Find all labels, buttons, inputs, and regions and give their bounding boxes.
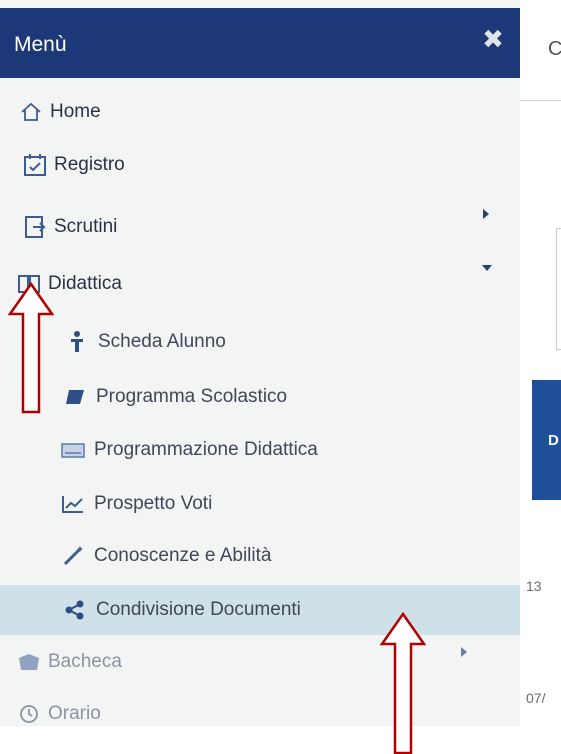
submenu-item-prospetto-voti[interactable]: Prospetto Voti [60, 484, 212, 524]
menu-header: Menù ✖ [0, 8, 520, 78]
menu-item-bacheca[interactable]: Bacheca [16, 642, 122, 682]
submenu-item-label: Programmazione Didattica [94, 439, 318, 460]
content-blue-card-label: D [548, 432, 559, 449]
submenu-item-label: Programma Scolastico [96, 386, 288, 407]
main-content-edge: C D 13 07/ [520, 0, 561, 726]
chevron-right-icon[interactable] [458, 646, 470, 658]
content-date-text: 13 [526, 578, 542, 594]
menu-item-label: Orario [48, 703, 101, 724]
magic-wand-icon [60, 543, 86, 569]
bulletin-board-icon [16, 649, 42, 675]
submenu-item-conoscenze-abilita[interactable]: Conoscenze e Abilità [60, 536, 271, 576]
menu-item-label: Bacheca [48, 651, 122, 672]
line-chart-icon [60, 491, 86, 517]
document-export-icon [22, 214, 48, 240]
content-card [556, 228, 561, 350]
submenu-item-label: Prospetto Voti [94, 493, 213, 514]
chevron-down-icon[interactable] [481, 262, 493, 274]
menu-item-label: Didattica [48, 273, 122, 294]
person-icon [64, 329, 90, 355]
content-date-text: 07/ [526, 690, 546, 706]
annotation-arrow-up-icon [380, 612, 426, 754]
menu-item-label: Scrutini [54, 216, 118, 237]
share-icon [62, 597, 88, 623]
submenu-item-label: Conoscenze e Abilità [94, 545, 272, 566]
keyboard-icon [60, 437, 86, 463]
menu-title: Menù [14, 33, 67, 56]
submenu-item-condivisione-documenti[interactable]: Condivisione Documenti [62, 590, 301, 630]
screen-photo: Menù ✖ Home Registro Scrutini Didattica … [0, 0, 561, 726]
sidebar-menu: Menù ✖ Home Registro Scrutini Didattica … [0, 0, 520, 726]
menu-item-label: Home [50, 101, 101, 122]
submenu-item-programmazione-didattica[interactable]: Programmazione Didattica [60, 430, 318, 470]
submenu-item-scheda-alunno[interactable]: Scheda Alunno [64, 322, 226, 362]
calendar-check-icon [22, 152, 48, 178]
home-icon [18, 99, 44, 125]
menu-item-home[interactable]: Home [18, 92, 101, 132]
menu-item-registro[interactable]: Registro [22, 145, 125, 185]
submenu-item-label: Condivisione Documenti [96, 599, 301, 620]
book-filled-icon [62, 384, 88, 410]
chevron-right-icon[interactable] [480, 208, 492, 220]
submenu-item-programma-scolastico[interactable]: Programma Scolastico [62, 377, 287, 417]
menu-item-scrutini[interactable]: Scrutini [22, 207, 117, 247]
submenu-item-label: Scheda Alunno [98, 331, 226, 352]
menu-item-label: Registro [54, 154, 125, 175]
content-tab-label: C [548, 38, 561, 60]
content-tab: C [520, 8, 561, 101]
close-icon[interactable]: ✖ [480, 26, 506, 52]
clock-icon [16, 701, 42, 726]
annotation-arrow-up-icon [8, 282, 54, 414]
menu-item-orario[interactable]: Orario [16, 694, 101, 726]
